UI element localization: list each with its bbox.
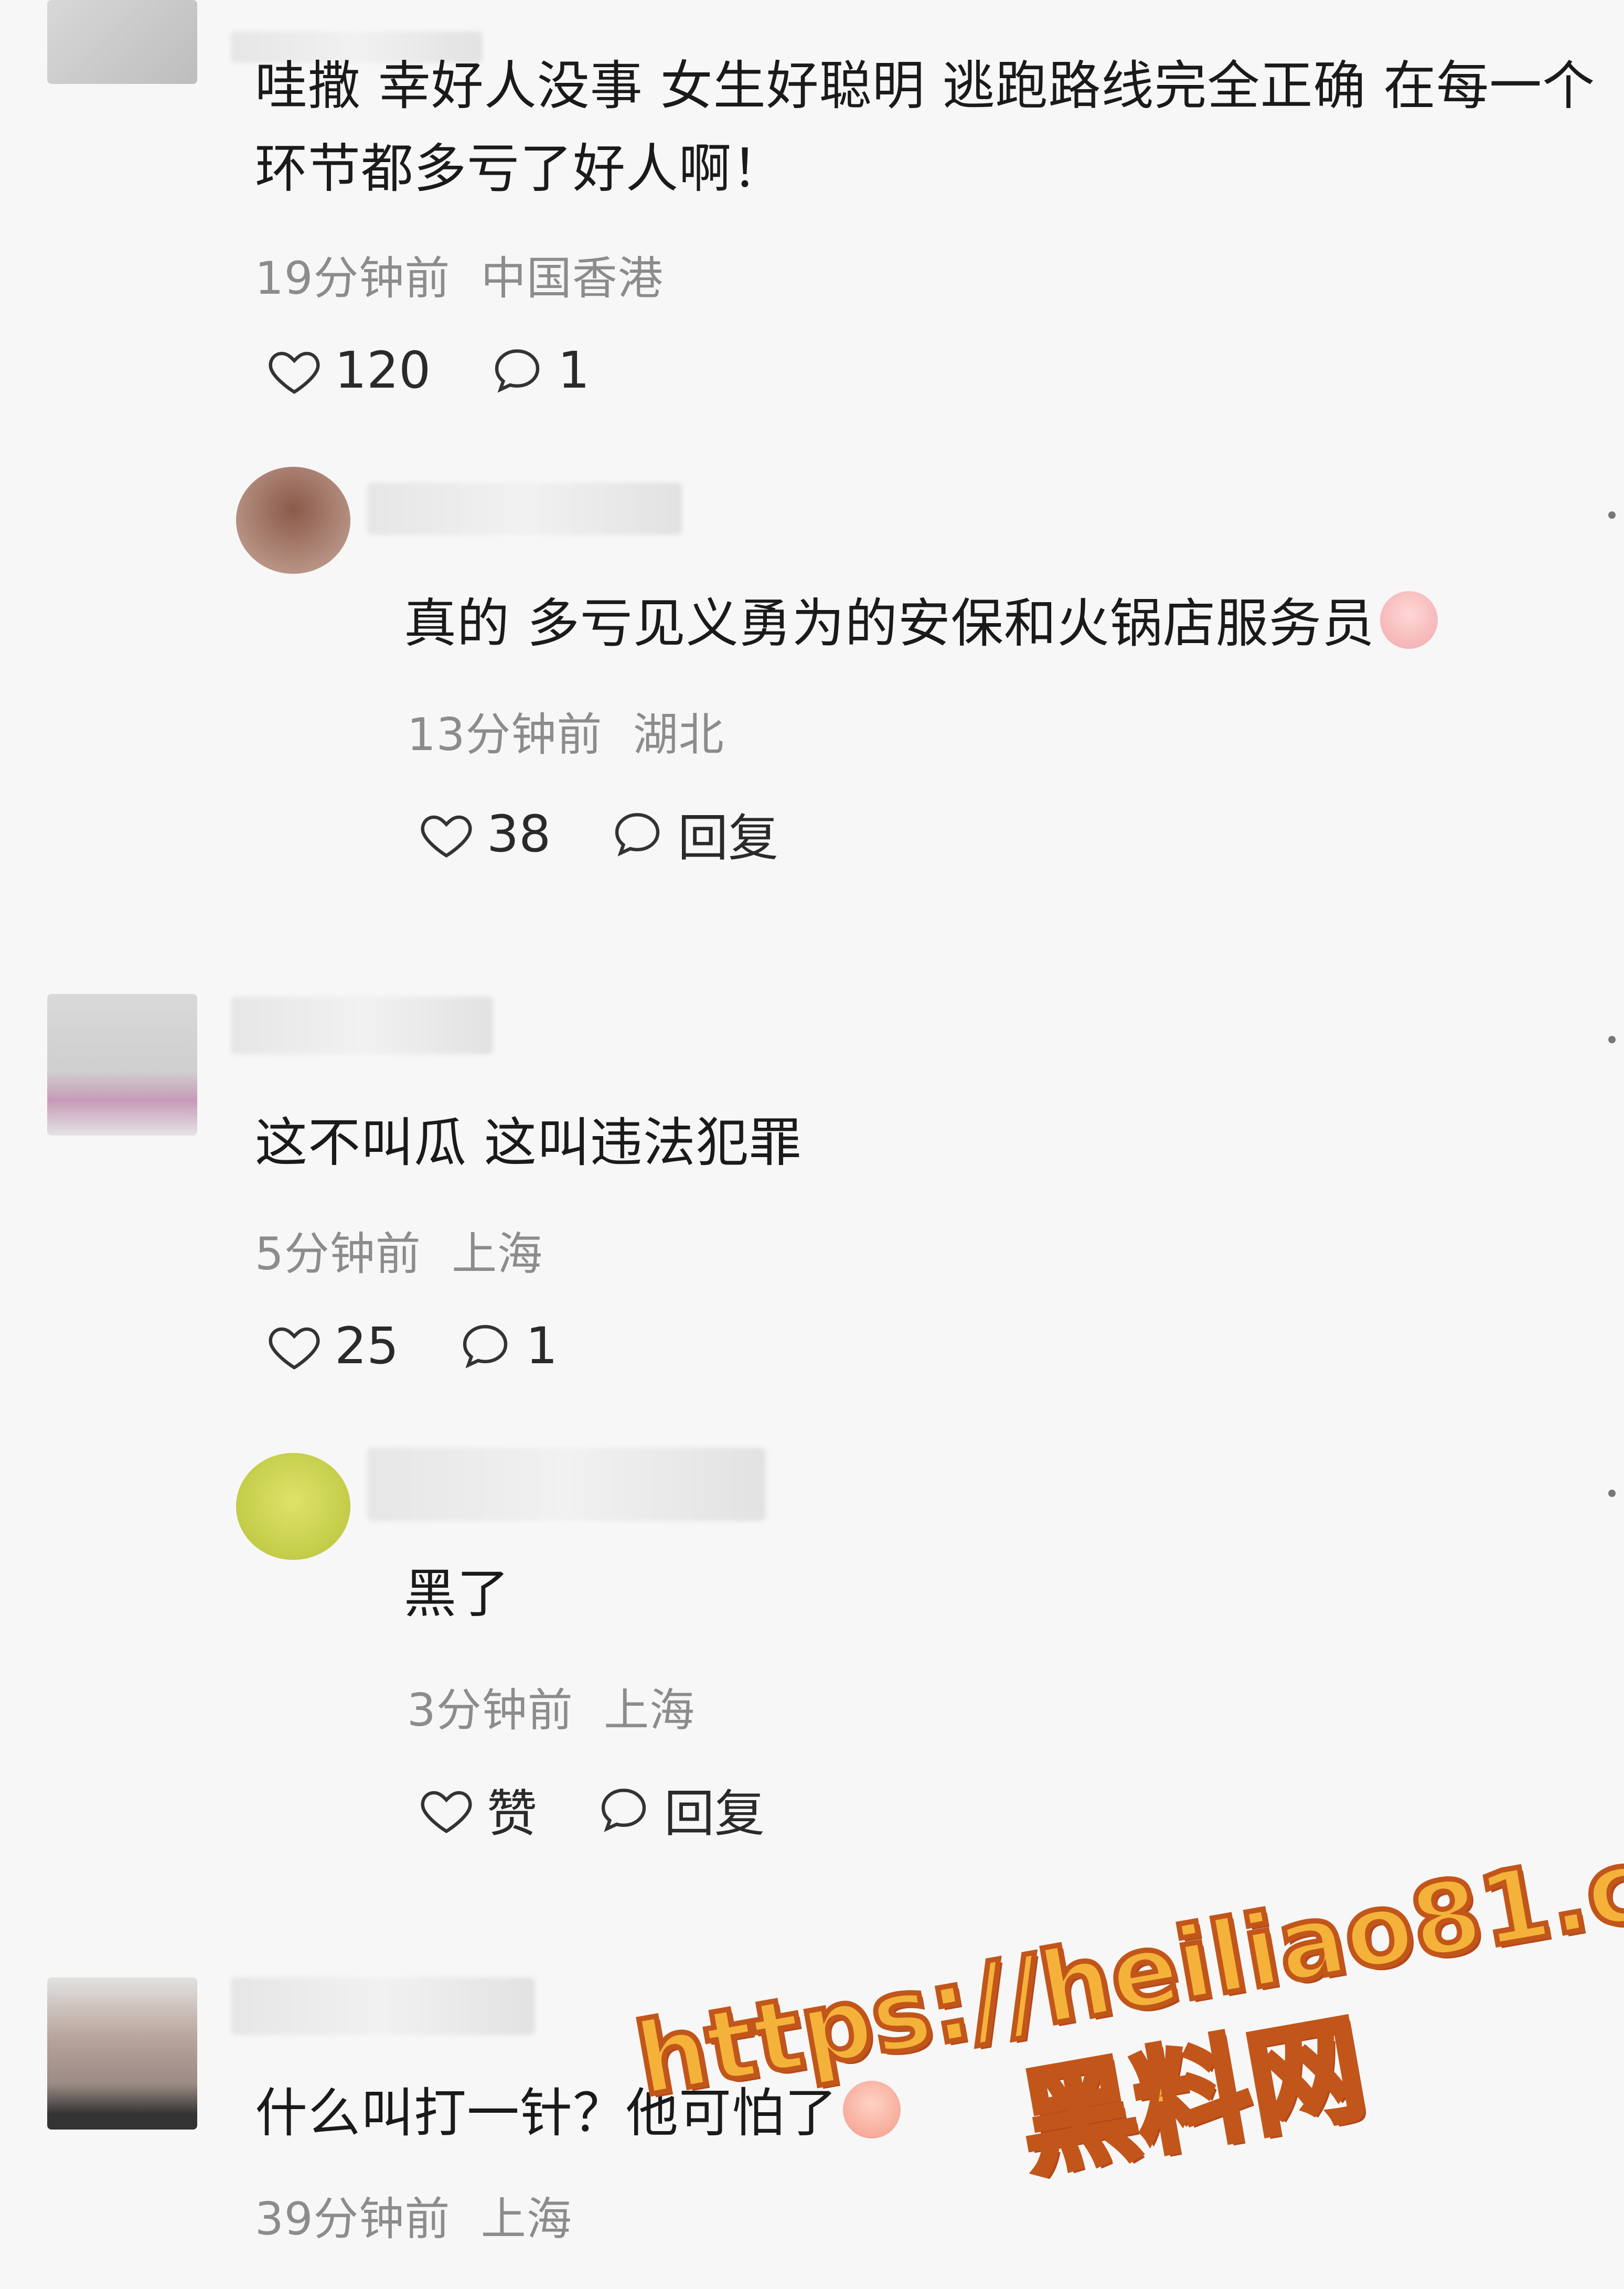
comment-meta: 19分钟前 中国香港	[255, 241, 664, 307]
reply-actions: 38 回复	[418, 797, 836, 870]
more-options-icon[interactable]	[1608, 1490, 1616, 1497]
comment-actions: 120 1	[265, 341, 647, 400]
reply-meta: 13分钟前 湖北	[407, 698, 724, 763]
chat-bubble-icon	[495, 349, 540, 393]
reply-meta: 3分钟前 上海	[407, 1673, 695, 1739]
username-blurred[interactable]	[231, 1977, 535, 2035]
like-button[interactable]: 38	[418, 805, 551, 863]
like-button[interactable]: 25	[265, 1317, 399, 1375]
reply-region: 湖北	[633, 709, 724, 761]
username-blurred[interactable]	[231, 997, 493, 1054]
reply-label: 回复	[678, 809, 779, 868]
comment-text: 哇撒 幸好人没事 女生好聪明 逃跑路线完全正确 在每一个环节都多亏了好人啊！	[255, 55, 1596, 199]
reply-time: 3分钟前	[407, 1684, 573, 1737]
like-button[interactable]: 赞	[418, 1773, 537, 1846]
heart-outline-icon	[421, 815, 472, 858]
reply-label: 回复	[664, 1784, 765, 1843]
comment-actions: 25 1	[265, 1317, 615, 1375]
like-count: 38	[487, 804, 551, 863]
reply-username-blurred[interactable]	[367, 483, 682, 535]
reply-button[interactable]: 回复	[608, 797, 778, 870]
more-options-icon[interactable]	[1608, 1036, 1616, 1043]
reply-button[interactable]: 1	[456, 1317, 558, 1375]
avatar[interactable]	[47, 1977, 197, 2130]
reply-count: 1	[526, 1317, 558, 1375]
comment-time: 39分钟前	[255, 2193, 451, 2245]
avatar[interactable]	[47, 0, 197, 84]
reply-text: 黑了	[404, 1563, 510, 1624]
watermark: https://heiliao81.com 黑料网	[625, 1794, 1624, 2289]
reply-actions: 赞 回复	[418, 1773, 822, 1846]
reply-avatar[interactable]	[236, 1453, 350, 1560]
comment-text: 这不叫瓜 这叫违法犯罪	[255, 1112, 802, 1173]
comment-region: 上海	[452, 1228, 543, 1280]
more-options-icon[interactable]	[1608, 511, 1616, 519]
reply-username-blurred[interactable]	[367, 1448, 766, 1521]
reply-button[interactable]: 1	[488, 341, 590, 400]
reply-text: 真的 多亏见义勇为的安保和火锅店服务员	[404, 582, 1558, 665]
comment-meta: 39分钟前 上海	[255, 2182, 572, 2248]
comment-region: 上海	[480, 2193, 572, 2245]
reply-region: 上海	[604, 1684, 696, 1737]
like-label: 赞	[487, 1784, 537, 1843]
avatar[interactable]	[47, 994, 197, 1136]
heart-outline-icon	[269, 351, 320, 394]
comment-time: 5分钟前	[255, 1228, 421, 1280]
reply-avatar[interactable]	[236, 467, 350, 574]
reply-time: 13分钟前	[407, 709, 603, 761]
heart-outline-icon	[421, 1791, 472, 1833]
sticker-emoji-icon	[1380, 591, 1438, 649]
comment-time: 19分钟前	[255, 252, 451, 305]
reply-count: 1	[558, 341, 590, 400]
like-button[interactable]: 120	[265, 341, 431, 400]
comment-region: 中国香港	[480, 252, 664, 305]
comment-meta: 5分钟前 上海	[255, 1217, 543, 1282]
chat-bubble-icon	[463, 1325, 508, 1368]
like-count: 120	[335, 341, 431, 400]
chat-bubble-icon	[615, 812, 660, 857]
heart-outline-icon	[269, 1327, 320, 1370]
chat-bubble-icon	[601, 1788, 646, 1832]
reply-button[interactable]: 回复	[595, 1773, 765, 1846]
like-count: 25	[335, 1317, 399, 1375]
